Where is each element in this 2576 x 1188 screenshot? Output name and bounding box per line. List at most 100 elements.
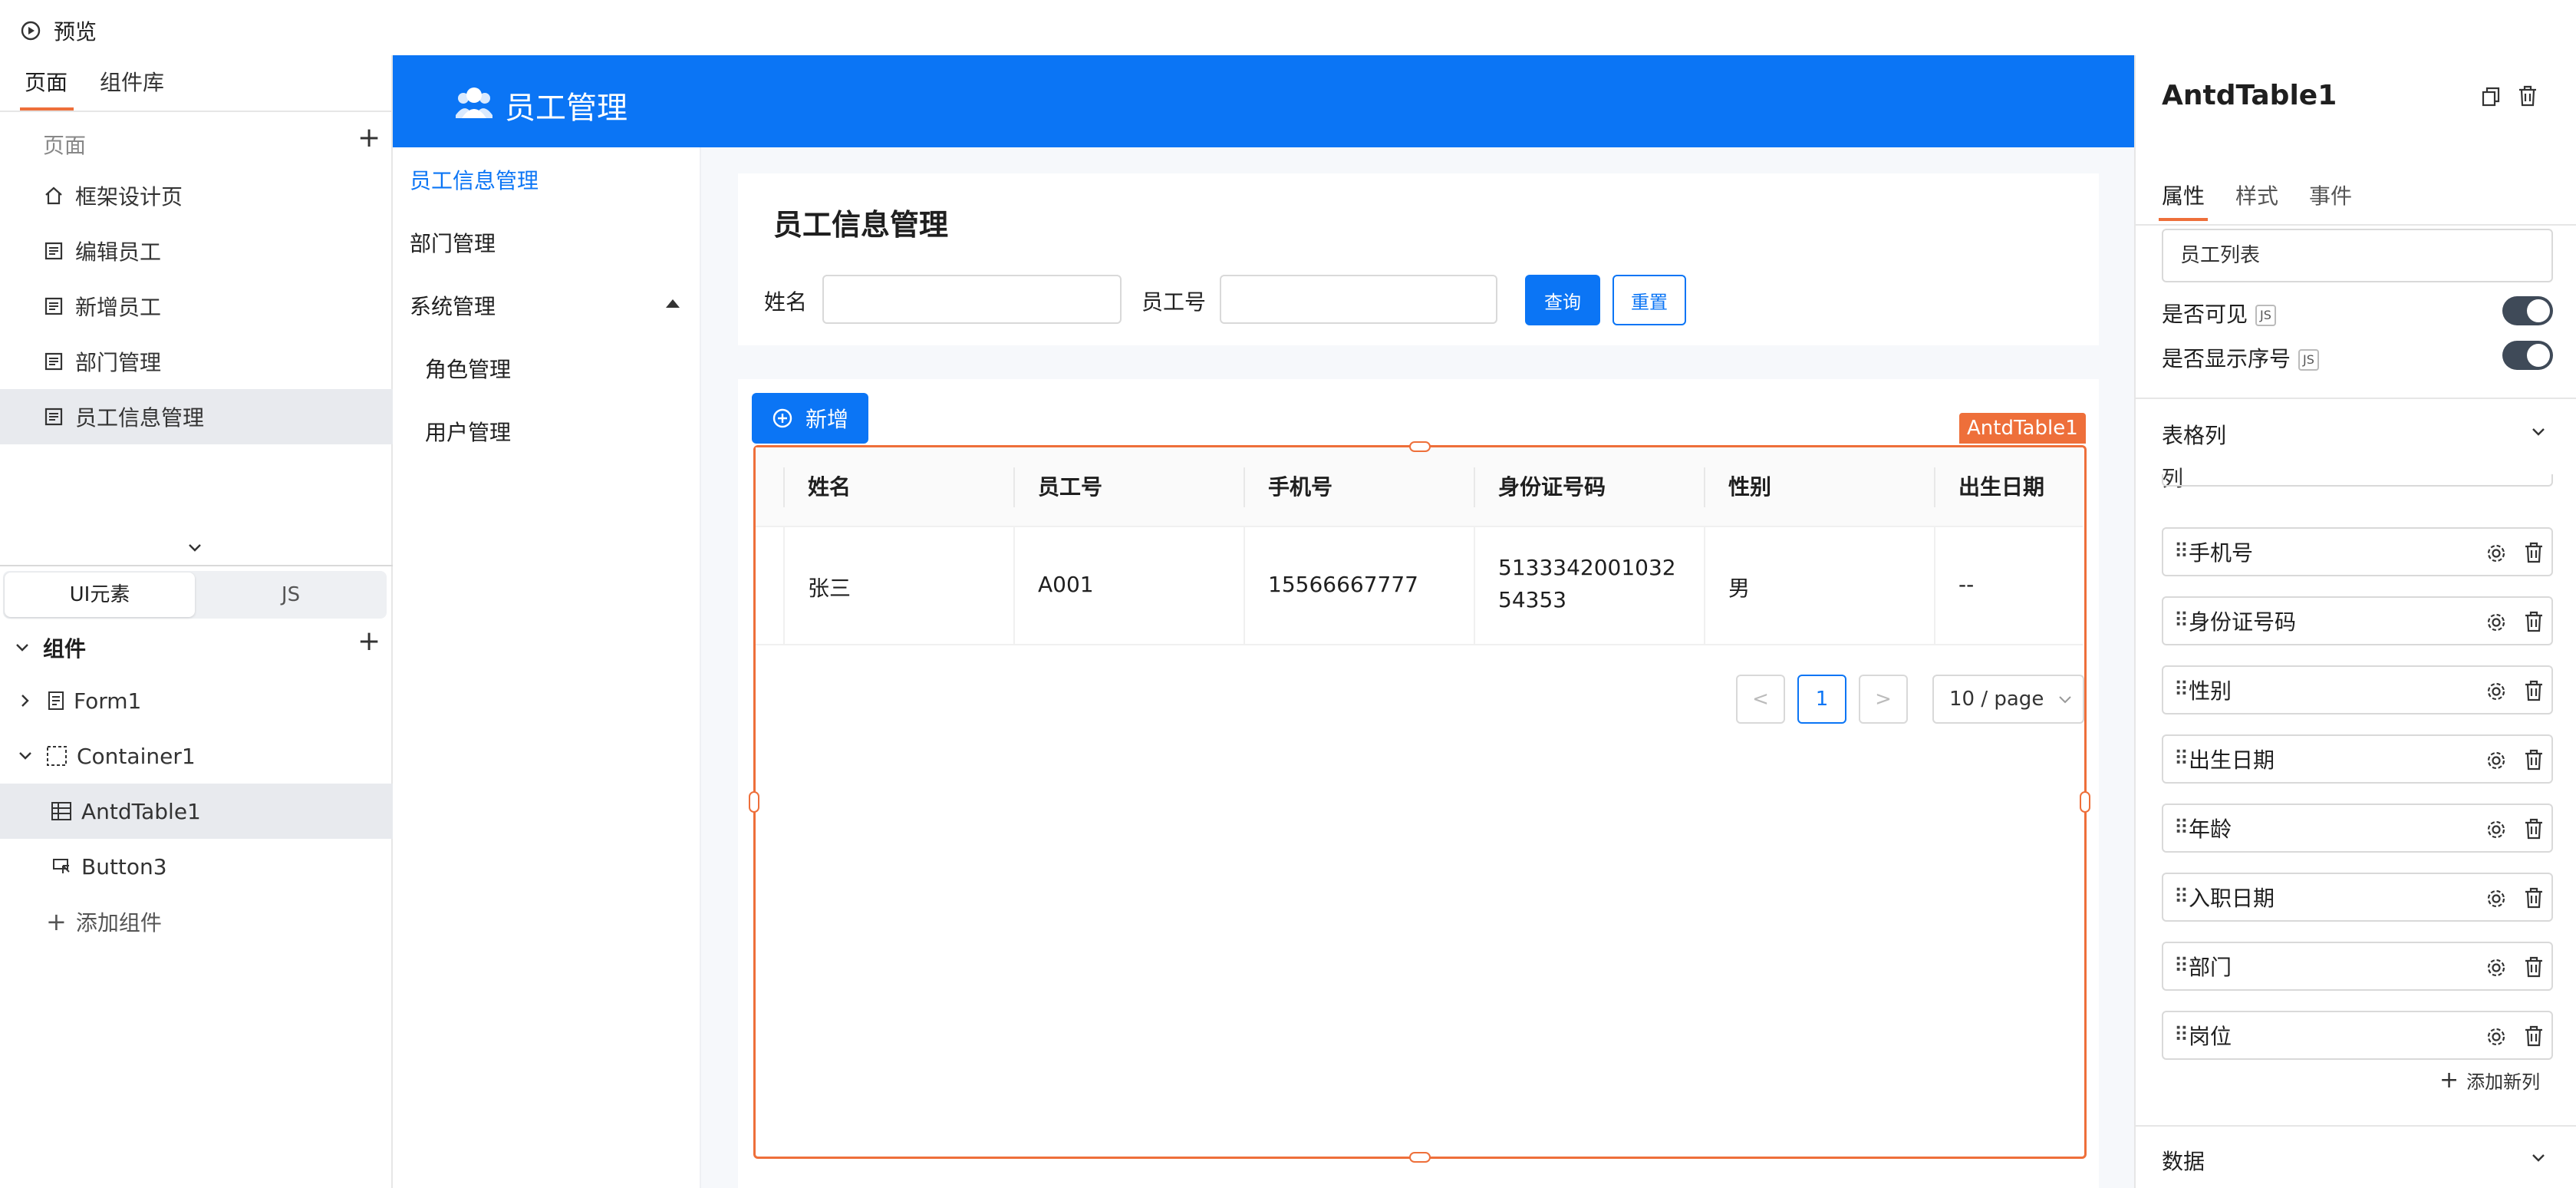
page-item-label: 编辑员工 xyxy=(75,239,162,265)
trash-icon[interactable] xyxy=(2524,955,2544,978)
collapse-chevron-down-icon[interactable] xyxy=(186,540,204,559)
tab-events[interactable]: 事件 xyxy=(2309,180,2352,210)
trash-icon[interactable] xyxy=(2524,610,2544,633)
show-index-toggle[interactable] xyxy=(2502,341,2553,370)
add-new-label: 新增 xyxy=(805,407,848,432)
table-title-input[interactable]: 员工列表 xyxy=(2162,229,2553,282)
tree-item-antdtable1[interactable]: AntdTable1 xyxy=(0,784,393,839)
name-input[interactable] xyxy=(822,275,1122,324)
add-column-button[interactable]: + 添加新列 xyxy=(2439,1067,2540,1094)
top-bar: 预览 xyxy=(0,0,2576,55)
page-item-label: 新增员工 xyxy=(75,295,162,320)
resize-handle-bottom[interactable] xyxy=(1409,1152,1431,1163)
drag-handle-icon[interactable]: ⠿ xyxy=(2174,609,2189,632)
cell-phone: 15566667777 xyxy=(1268,572,1418,597)
drag-handle-icon[interactable]: ⠿ xyxy=(2174,955,2189,978)
tree-item-label: Form1 xyxy=(74,688,142,714)
selected-table-outline[interactable]: 姓名 员工号 手机号 身份证号码 性别 出生日期 张三 A001 1556666… xyxy=(749,441,2090,1163)
drag-handle-icon[interactable]: ⠿ xyxy=(2174,817,2189,840)
menu-item-department[interactable]: 部门管理 xyxy=(410,227,496,258)
tab-component-library[interactable]: 组件库 xyxy=(100,55,164,111)
chevron-down-icon[interactable] xyxy=(2530,1150,2547,1167)
add-new-button[interactable]: 新增 xyxy=(752,393,868,444)
page-size-select[interactable]: 10 / page xyxy=(1932,675,2084,724)
menu-item-users[interactable]: 用户管理 xyxy=(425,416,511,447)
pagination-next-button[interactable]: > xyxy=(1859,675,1908,724)
caret-up-icon[interactable] xyxy=(664,298,681,309)
table-icon xyxy=(51,802,71,820)
column-item-id-card[interactable]: ⠿ 身份证号码 xyxy=(2162,596,2553,645)
trash-icon[interactable] xyxy=(2518,84,2538,107)
drag-handle-icon[interactable]: ⠿ xyxy=(2174,886,2189,909)
menu-item-employee-info[interactable]: 员工信息管理 xyxy=(410,164,539,195)
menu-item-roles[interactable]: 角色管理 xyxy=(425,353,511,384)
gear-icon[interactable] xyxy=(2485,543,2507,564)
gear-icon[interactable] xyxy=(2485,957,2507,978)
gear-icon[interactable] xyxy=(2485,750,2507,771)
gear-icon[interactable] xyxy=(2485,681,2507,702)
menu-item-system[interactable]: 系统管理 xyxy=(410,290,496,321)
employee-id-input[interactable] xyxy=(1220,275,1497,324)
page-item-department[interactable]: 部门管理 xyxy=(0,334,393,389)
column-item-age[interactable]: ⠿ 年龄 xyxy=(2162,804,2553,853)
add-component-button[interactable]: + 添加组件 xyxy=(0,894,393,949)
property-panel: AntdTable1 属性 样式 事件 员工列表 是否可见 JS 是否显示序号 JS… xyxy=(2134,55,2576,1188)
page-item-frame-design[interactable]: 框架设计页 xyxy=(0,168,393,223)
subtab-ui-elements[interactable]: UI元素 xyxy=(5,573,195,617)
trash-icon[interactable] xyxy=(2524,679,2544,702)
add-page-plus-icon[interactable]: + xyxy=(357,124,380,152)
gear-icon[interactable] xyxy=(2485,888,2507,909)
resize-handle-right[interactable] xyxy=(2080,791,2090,813)
js-toggle-badge[interactable]: JS xyxy=(2298,349,2319,371)
drag-handle-icon[interactable]: ⠿ xyxy=(2174,678,2189,701)
gear-icon[interactable] xyxy=(2485,1026,2507,1048)
resize-handle-top[interactable] xyxy=(1409,441,1431,452)
column-item-label: 出生日期 xyxy=(2189,747,2275,773)
trash-icon[interactable] xyxy=(2524,541,2544,564)
table-row[interactable]: 张三 A001 15566667777 5133342001032 54353 … xyxy=(756,527,2083,645)
column-item-gender[interactable]: ⠿ 性别 xyxy=(2162,665,2553,714)
subtab-js[interactable]: JS xyxy=(196,573,385,617)
preview-button[interactable]: 预览 xyxy=(20,15,97,46)
chevron-down-icon[interactable] xyxy=(2530,424,2547,441)
reset-button[interactable]: 重置 xyxy=(1612,275,1686,325)
column-item-phone[interactable]: ⠿ 手机号 xyxy=(2162,527,2553,576)
tree-item-button3[interactable]: Button3 xyxy=(0,839,393,894)
add-component-plus-icon[interactable]: + xyxy=(357,628,380,655)
page-icon xyxy=(43,295,64,317)
page-item-add-employee[interactable]: 新增员工 xyxy=(0,279,393,334)
drag-handle-icon[interactable]: ⠿ xyxy=(2174,1024,2189,1047)
trash-icon[interactable] xyxy=(2524,886,2544,909)
gear-icon[interactable] xyxy=(2485,819,2507,840)
data-section-header[interactable]: 数据 xyxy=(2162,1145,2205,1176)
column-item-hire-date[interactable]: ⠿ 入职日期 xyxy=(2162,873,2553,922)
page-item-edit-employee[interactable]: 编辑员工 xyxy=(0,223,393,279)
trash-icon[interactable] xyxy=(2524,817,2544,840)
trash-icon[interactable] xyxy=(2524,1025,2544,1048)
tree-item-container1[interactable]: Container1 xyxy=(0,728,393,784)
pagination-prev-button[interactable]: < xyxy=(1736,675,1785,724)
chevron-down-icon xyxy=(19,752,31,760)
column-item-position[interactable]: ⠿ 岗位 xyxy=(2162,1011,2553,1060)
resize-handle-left[interactable] xyxy=(749,791,759,813)
col-divider xyxy=(1934,527,1935,645)
drag-handle-icon[interactable]: ⠿ xyxy=(2174,747,2189,771)
divider xyxy=(0,565,393,566)
gear-icon[interactable] xyxy=(2485,612,2507,633)
tree-item-form1[interactable]: Form1 xyxy=(0,673,393,728)
tab-pages[interactable]: 页面 xyxy=(25,55,68,111)
copy-icon[interactable] xyxy=(2481,86,2501,107)
pagination-page-1[interactable]: 1 xyxy=(1797,675,1846,724)
tab-properties[interactable]: 属性 xyxy=(2162,180,2205,210)
tab-styles[interactable]: 样式 xyxy=(2235,180,2278,210)
js-toggle-badge[interactable]: JS xyxy=(2255,305,2276,326)
drag-handle-icon[interactable]: ⠿ xyxy=(2174,540,2189,563)
visible-toggle[interactable] xyxy=(2502,296,2553,325)
column-item-birth-date[interactable]: ⠿ 出生日期 xyxy=(2162,734,2553,784)
components-header[interactable]: 组件 xyxy=(14,632,86,663)
query-button[interactable]: 查询 xyxy=(1525,275,1600,325)
columns-section-header[interactable]: 表格列 xyxy=(2162,419,2226,450)
trash-icon[interactable] xyxy=(2524,748,2544,771)
column-item-department[interactable]: ⠿ 部门 xyxy=(2162,942,2553,991)
page-item-employee-info[interactable]: 员工信息管理 xyxy=(0,389,393,444)
